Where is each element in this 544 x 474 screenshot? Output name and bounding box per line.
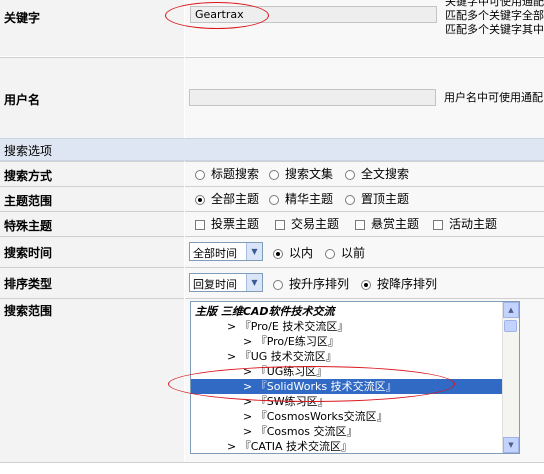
username-label: 用户名 [4,93,41,107]
search-time-label-cell: 搜索时间 [0,236,184,267]
radio-search-collection[interactable] [269,169,279,180]
sort-type-label: 排序类型 [4,277,53,291]
option-within[interactable]: 以内 [273,246,313,260]
option-trade-topics[interactable]: 交易主题 [275,217,339,231]
search-scope-label: 搜索范围 [4,304,53,318]
option-title-search[interactable]: 标题搜索 [195,167,259,181]
topic-scope-label-cell: 主题范围 [0,186,184,211]
username-hint: 用户名中可使用通配 [444,91,543,104]
radio-before[interactable] [325,248,335,259]
radio-all-topics[interactable] [195,194,205,205]
option-digest-topics[interactable]: 精华主题 [269,192,333,206]
username-label-cell: 用户名 [0,57,184,138]
list-item[interactable]: > 『UG 技术交流区』 [191,349,519,364]
radio-descending[interactable] [361,279,371,290]
username-field-cell: 用户名中可使用通配 [185,57,544,138]
list-item[interactable]: > 『Cosmos 交流区』 [191,424,519,439]
list-item[interactable]: > 『CosmosWorks交流区』 [191,409,519,424]
search-options-title: 搜索选项 [4,144,53,158]
special-topics-label: 特殊主题 [4,219,53,233]
search-time-field-cell: 全部时间 ▼ 以内 以前 [185,236,544,267]
option-fulltext-search[interactable]: 全文搜索 [345,167,409,181]
option-sticky-topics[interactable]: 置顶主题 [345,192,409,206]
radio-fulltext-search[interactable] [345,169,355,180]
listbox-scrollbar[interactable]: ▲ ▼ [502,302,519,453]
keyword-highlight-ellipse [165,2,269,29]
sort-type-field-cell: 回复时间 ▼ 按升序排列 按降序排列 [185,267,544,298]
search-time-label: 搜索时间 [4,246,53,260]
keyword-hint-2: 匹配多个关键字全部 [445,9,544,22]
option-ascending[interactable]: 按升序排列 [273,277,349,291]
checkbox-event-topics[interactable] [433,219,443,230]
search-options-header: 搜索选项 [0,138,544,161]
scroll-thumb[interactable] [504,320,517,332]
option-search-collection[interactable]: 搜索文集 [269,167,333,181]
list-item[interactable]: > 『Pro/E练习区』 [191,334,519,349]
checkbox-poll-topics[interactable] [195,219,205,230]
search-method-label: 搜索方式 [4,169,53,183]
username-input[interactable] [189,89,436,106]
radio-within[interactable] [273,248,283,259]
radio-title-search[interactable] [195,169,205,180]
list-item[interactable]: > 『CATIA 技术交流区』 [191,439,519,453]
option-all-topics[interactable]: 全部主题 [195,192,259,206]
topic-scope-field-cell: 全部主题 精华主题 置顶主题 [185,186,544,211]
radio-ascending[interactable] [273,279,283,290]
sort-type-select[interactable]: 回复时间 ▼ [189,273,263,292]
option-reward-topics[interactable]: 悬赏主题 [355,217,419,231]
checkbox-trade-topics[interactable] [275,219,285,230]
option-poll-topics[interactable]: 投票主题 [195,217,259,231]
special-topics-label-cell: 特殊主题 [0,211,184,236]
list-item[interactable]: 主版 三维CAD软件技术交流 [195,304,507,319]
special-topics-field-cell: 投票主题 交易主题 悬赏主题 活动主题 [185,211,544,236]
radio-sticky-topics[interactable] [345,194,355,205]
topic-scope-label: 主题范围 [4,194,53,208]
scroll-up-icon[interactable]: ▲ [503,302,519,318]
radio-digest-topics[interactable] [269,194,279,205]
keyword-hint-1: 关键字中可使用通配 [445,0,544,8]
chevron-down-icon[interactable]: ▼ [246,274,262,291]
scroll-down-icon[interactable]: ▼ [503,437,519,453]
search-time-select[interactable]: 全部时间 ▼ [189,242,263,261]
selected-forum-highlight-ellipse [168,366,455,402]
keyword-label-cell: 关键字 [0,0,184,56]
sort-type-label-cell: 排序类型 [0,267,184,298]
keyword-label: 关键字 [4,11,41,25]
keyword-hint-3: 匹配多个关键字其中 [445,23,544,36]
option-event-topics[interactable]: 活动主题 [433,217,497,231]
option-descending[interactable]: 按降序排列 [361,277,437,291]
search-scope-label-cell: 搜索范围 [0,298,184,462]
search-method-field-cell: 标题搜索 搜索文集 全文搜索 [185,161,544,186]
bottom-edge [0,462,544,474]
chevron-down-icon[interactable]: ▼ [246,243,262,260]
search-method-label-cell: 搜索方式 [0,161,184,186]
option-before[interactable]: 以前 [325,246,365,260]
list-item[interactable]: > 『Pro/E 技术交流区』 [191,319,519,334]
checkbox-reward-topics[interactable] [355,219,365,230]
